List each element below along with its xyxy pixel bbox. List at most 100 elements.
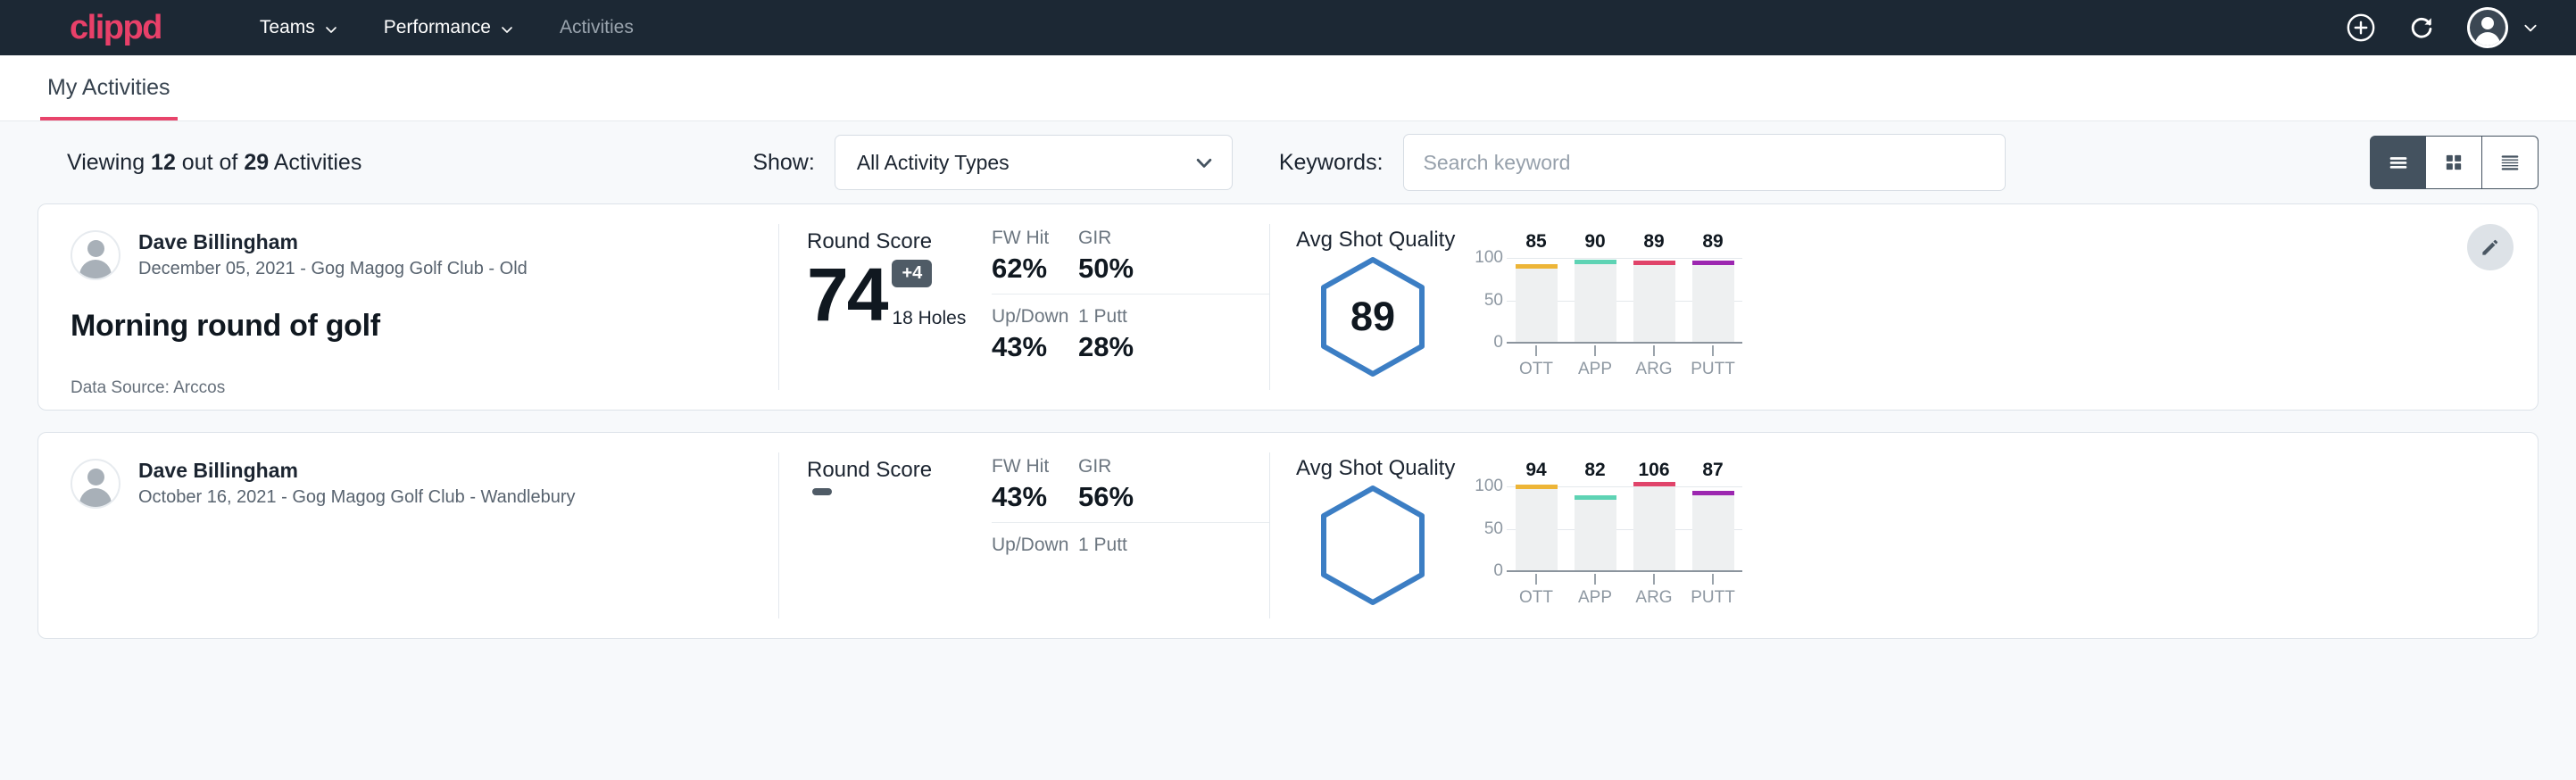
tick [1566, 574, 1625, 585]
activity-card[interactable]: Dave Billingham October 16, 2021 - Gog M… [37, 432, 2539, 639]
player-text: Dave Billingham December 05, 2021 - Gog … [138, 229, 528, 282]
viewing-count: 12 [151, 150, 176, 175]
stat-value: 28% [1078, 331, 1262, 363]
grid-view-button[interactable] [2426, 136, 2482, 189]
round-score-row [807, 488, 977, 560]
data-source: Data Source: Arccos [71, 378, 748, 398]
player-block: Dave Billingham October 16, 2021 - Gog M… [71, 458, 748, 510]
bar-value: 89 [1702, 231, 1723, 261]
y-axis-labels: 100 50 0 [1466, 486, 1503, 572]
shot-quality-chart: 100 50 0 85 [1466, 258, 1742, 365]
score-to-par-badge: +4 [892, 260, 932, 287]
y-tick-0: 0 [1493, 561, 1503, 581]
avatar-head [87, 469, 104, 485]
x-axis-labels: OTT APP ARG PUTT [1507, 360, 1742, 379]
viewing-suffix: Activities [269, 150, 361, 175]
activity-info: Dave Billingham December 05, 2021 - Gog … [38, 204, 778, 410]
quality-hexagon [1317, 485, 1428, 606]
detail-view-icon [2497, 150, 2522, 175]
round-score-block: Round Score [779, 433, 977, 638]
list-view-button[interactable] [2370, 136, 2426, 189]
edit-activity-button[interactable] [2467, 224, 2514, 270]
viewing-summary: Viewing 12 out of 29 Activities [67, 150, 361, 176]
stat-label: Up/Down [992, 306, 1071, 328]
tab-bar: My Activities [0, 55, 2576, 121]
activity-meta: December 05, 2021 - Gog Magog Golf Club … [138, 255, 528, 282]
stat-one-putt: 1 Putt 28% [1078, 295, 1269, 363]
quality-score [1317, 485, 1428, 606]
viewing-mid: out of [176, 150, 244, 175]
chevron-down-icon [2522, 20, 2539, 36]
bar-cap [1633, 482, 1675, 486]
y-tick-0: 0 [1493, 333, 1503, 353]
detail-view-button[interactable] [2482, 136, 2539, 189]
y-tick-50: 50 [1484, 519, 1503, 539]
stat-value: 43% [992, 331, 1071, 363]
bar-value: 106 [1638, 460, 1669, 475]
bar-arg: 106 [1625, 486, 1683, 570]
grid-view-icon [2441, 150, 2466, 175]
x-label-app: APP [1566, 588, 1625, 608]
stat-label: 1 Putt [1078, 535, 1262, 556]
tab-my-activities-label: My Activities [47, 75, 170, 100]
player-name: Dave Billingham [138, 458, 576, 484]
avatar-body [79, 260, 112, 280]
clippd-logo[interactable]: clippd [70, 11, 162, 45]
nav-item-activities-label: Activities [560, 17, 634, 38]
pencil-icon [2479, 236, 2502, 259]
bar-cap [1692, 261, 1734, 265]
avatar-image [2470, 10, 2505, 46]
avatar [2467, 7, 2508, 48]
plot-area: 85 90 [1507, 258, 1742, 344]
activity-type-value: All Activity Types [857, 151, 1194, 175]
x-axis-labels: OTT APP ARG PUTT [1507, 588, 1742, 608]
avg-shot-quality-block: Avg Shot Quality 100 50 0 [1270, 433, 2538, 638]
search-input[interactable] [1403, 134, 2006, 191]
bar-putt: 89 [1683, 258, 1742, 342]
plus-circle-icon[interactable] [2346, 12, 2376, 43]
show-label: Show: [752, 150, 814, 176]
player-name: Dave Billingham [138, 229, 528, 255]
bar-ott: 94 [1507, 486, 1566, 570]
stat-label: Up/Down [992, 535, 1071, 556]
bar-rect [1633, 486, 1675, 570]
shot-quality-chart: 100 50 0 94 [1466, 486, 1742, 593]
tab-my-activities[interactable]: My Activities [40, 75, 178, 120]
holes-played: 18 Holes [892, 308, 966, 329]
bar-app: 82 [1566, 486, 1625, 570]
nav-item-activities[interactable]: Activities [560, 17, 634, 38]
round-score-label: Round Score [807, 229, 977, 254]
activity-card[interactable]: Dave Billingham December 05, 2021 - Gog … [37, 203, 2539, 411]
y-tick-100: 100 [1475, 248, 1503, 268]
round-score-value: 74 [807, 260, 886, 331]
stat-value: 62% [992, 253, 1071, 285]
tick [1625, 345, 1683, 356]
stat-label: GIR [1078, 228, 1262, 249]
avatar [71, 230, 120, 280]
x-label-putt: PUTT [1683, 360, 1742, 379]
bar-value: 82 [1584, 460, 1605, 496]
player-block: Dave Billingham December 05, 2021 - Gog … [71, 229, 748, 282]
nav-item-performance[interactable]: Performance [384, 17, 511, 38]
bar-cap [1575, 495, 1616, 500]
chevron-down-icon [324, 22, 336, 34]
stat-label: GIR [1078, 456, 1262, 477]
player-text: Dave Billingham October 16, 2021 - Gog M… [138, 458, 576, 510]
stat-value: 56% [1078, 481, 1262, 513]
avatar-head [2481, 17, 2494, 29]
refresh-icon[interactable] [2406, 12, 2437, 43]
y-tick-100: 100 [1475, 477, 1503, 496]
bar-arg: 89 [1625, 258, 1683, 342]
nav-item-performance-label: Performance [384, 17, 491, 38]
quality-content: 89 100 50 0 [1296, 256, 2538, 378]
tick [1507, 345, 1566, 356]
activity-card-list: Dave Billingham December 05, 2021 - Gog … [0, 203, 2576, 639]
x-label-arg: ARG [1625, 588, 1683, 608]
round-score-block: Round Score 74 +4 18 Holes [779, 204, 977, 410]
x-axis [1507, 342, 1742, 344]
activity-type-select[interactable]: All Activity Types [835, 135, 1233, 190]
nav-item-teams[interactable]: Teams [260, 17, 336, 38]
y-tick-50: 50 [1484, 291, 1503, 311]
user-menu[interactable] [2467, 7, 2539, 48]
tick [1683, 345, 1742, 356]
